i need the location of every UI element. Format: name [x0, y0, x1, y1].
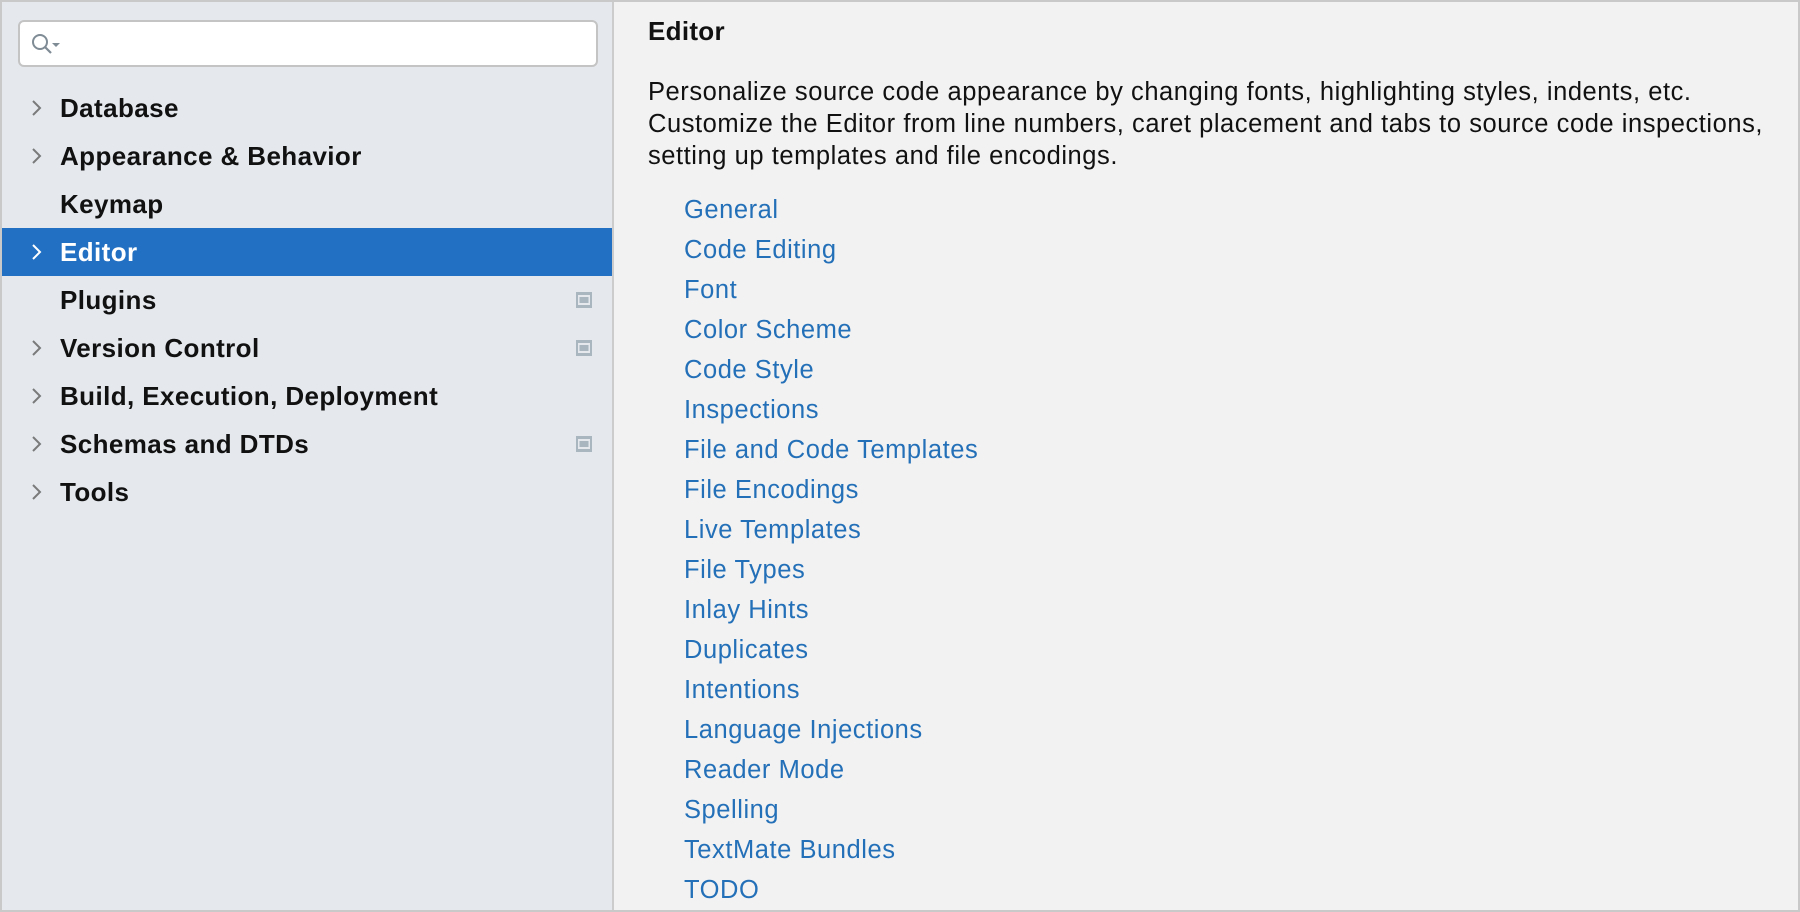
sidebar-item-keymap[interactable]: Keymap	[2, 180, 612, 228]
chevron-right-icon[interactable]	[30, 339, 44, 357]
link-color-scheme[interactable]: Color Scheme	[684, 310, 978, 350]
chevron-right-icon[interactable]	[30, 483, 44, 501]
link-file-encodings[interactable]: File Encodings	[684, 470, 978, 510]
sidebar-item-plugins[interactable]: Plugins	[2, 276, 612, 324]
chevron-right-icon[interactable]	[30, 435, 44, 453]
settings-window: Database Appearance & Behavior Keymap Edito…	[0, 0, 1800, 912]
link-todo[interactable]: TODO	[684, 870, 978, 910]
search-icon[interactable]	[30, 32, 64, 56]
content-panel: Editor Personalize source code appearanc…	[616, 2, 1800, 910]
search-field[interactable]	[18, 20, 598, 67]
page-title: Editor	[648, 16, 725, 46]
sidebar-item-label: Keymap	[60, 189, 164, 219]
link-code-editing[interactable]: Code Editing	[684, 230, 978, 270]
link-reader-mode[interactable]: Reader Mode	[684, 750, 978, 790]
sidebar-item-version-control[interactable]: Version Control	[2, 324, 612, 372]
sidebar-item-label: Tools	[60, 477, 130, 507]
link-intentions[interactable]: Intentions	[684, 670, 978, 710]
sidebar-item-label: Editor	[60, 237, 138, 267]
link-duplicates[interactable]: Duplicates	[684, 630, 978, 670]
chevron-right-icon[interactable]	[30, 243, 44, 261]
chevron-right-icon[interactable]	[30, 387, 44, 405]
project-level-icon	[576, 340, 592, 356]
link-code-style[interactable]: Code Style	[684, 350, 978, 390]
search-input[interactable]	[68, 26, 588, 62]
project-level-icon	[576, 292, 592, 308]
link-file-types[interactable]: File Types	[684, 550, 978, 590]
sidebar-item-appearance-behavior[interactable]: Appearance & Behavior	[2, 132, 612, 180]
link-live-templates[interactable]: Live Templates	[684, 510, 978, 550]
link-inspections[interactable]: Inspections	[684, 390, 978, 430]
sidebar-item-label: Appearance & Behavior	[60, 141, 362, 171]
sidebar-item-label: Plugins	[60, 285, 157, 315]
sidebar-item-build-execution-deployment[interactable]: Build, Execution, Deployment	[2, 372, 612, 420]
link-inlay-hints[interactable]: Inlay Hints	[684, 590, 978, 630]
chevron-right-icon[interactable]	[30, 99, 44, 117]
link-language-injections[interactable]: Language Injections	[684, 710, 978, 750]
sidebar-item-label: Database	[60, 93, 179, 123]
project-level-icon	[576, 436, 592, 452]
subsection-links: General Code Editing Font Color Scheme Code …	[684, 190, 978, 910]
link-file-and-code-templates[interactable]: File and Code Templates	[684, 430, 978, 470]
chevron-right-icon[interactable]	[30, 147, 44, 165]
page-description: Personalize source code appearance by ch…	[648, 78, 1764, 170]
link-textmate-bundles[interactable]: TextMate Bundles	[684, 830, 978, 870]
link-spelling[interactable]: Spelling	[684, 790, 978, 830]
sidebar-item-label: Schemas and DTDs	[60, 429, 310, 459]
sidebar-item-editor[interactable]: Editor	[2, 228, 612, 276]
settings-tree: Database Appearance & Behavior Keymap Edito…	[2, 84, 612, 516]
sidebar-item-label: Version Control	[60, 333, 260, 363]
sidebar-item-schemas-and-dtds[interactable]: Schemas and DTDs	[2, 420, 612, 468]
sidebar-item-label: Build, Execution, Deployment	[60, 381, 439, 411]
settings-sidebar: Database Appearance & Behavior Keymap Edito…	[2, 2, 614, 910]
sidebar-item-database[interactable]: Database	[2, 84, 612, 132]
sidebar-item-tools[interactable]: Tools	[2, 468, 612, 516]
link-font[interactable]: Font	[684, 270, 978, 310]
link-general[interactable]: General	[684, 190, 978, 230]
